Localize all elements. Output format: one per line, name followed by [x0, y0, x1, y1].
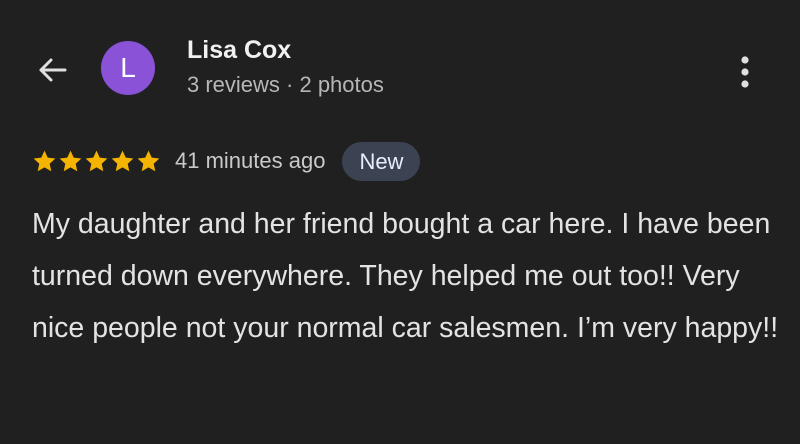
- star-icon: [111, 150, 134, 171]
- back-button[interactable]: [30, 50, 74, 90]
- reviewer-name[interactable]: Lisa Cox: [187, 36, 291, 65]
- more-options-button[interactable]: [728, 50, 762, 94]
- rating-row: 41 minutes ago New: [32, 141, 421, 181]
- avatar[interactable]: L: [101, 41, 155, 95]
- star-icon: [85, 150, 108, 171]
- new-badge: New: [342, 141, 421, 181]
- star-icon: [33, 150, 56, 171]
- arrow-left-icon: [39, 58, 67, 82]
- more-vert-icon: [741, 56, 749, 88]
- star-icon: [59, 150, 82, 171]
- review-time: 41 minutes ago: [175, 148, 326, 173]
- star-icon: [137, 150, 160, 171]
- reviewer-meta: 3 reviews · 2 photos: [187, 72, 384, 97]
- review-text: My daughter and her friend bought a car …: [32, 208, 779, 344]
- star-rating: [32, 149, 161, 174]
